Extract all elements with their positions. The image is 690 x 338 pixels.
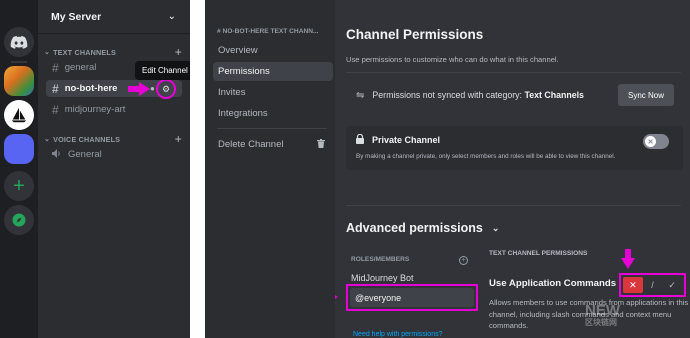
- speaker-icon: [52, 148, 62, 161]
- roles-members-label: ROLES/MEMBERS: [351, 256, 410, 263]
- text-channel-permissions-header: TEXT CHANNEL PERMISSIONS: [489, 250, 588, 257]
- add-role-icon[interactable]: +: [459, 256, 468, 265]
- category-text-channels[interactable]: ⌄ TEXT CHANNELS +: [44, 45, 182, 59]
- help-link[interactable]: Need help with permissions?: [353, 331, 443, 338]
- private-channel-title-row: Private Channel: [356, 133, 673, 146]
- arrow-down-icon: [621, 249, 635, 269]
- category-label: VOICE CHANNELS: [53, 134, 121, 144]
- sync-notice: ⇋ Permissions not synced with category: …: [346, 80, 683, 110]
- divider: [346, 205, 681, 206]
- sync-category: Text Channels: [524, 90, 584, 100]
- server-rail: +: [0, 0, 38, 338]
- divider: [346, 72, 681, 73]
- server-name: My Server: [51, 10, 102, 23]
- category-collapse-icon: ⌄: [44, 136, 51, 143]
- arrow-right-icon: [128, 82, 150, 96]
- delete-channel-button[interactable]: Delete Channel: [213, 135, 333, 154]
- permission-name: Use Application Commands: [489, 278, 617, 289]
- server-channel-panel: + My Server ⌄ ⌄ TEXT CHANNELS + # genera…: [0, 0, 190, 338]
- page-title: Channel Permissions: [346, 27, 484, 42]
- settings-sidebar: # NO-BOT-HERE TEXT CHANN... Overview Per…: [205, 0, 335, 338]
- private-channel-toggle[interactable]: ✕: [643, 134, 669, 149]
- hash-icon: #: [52, 102, 59, 117]
- category-label: TEXT CHANNELS: [53, 47, 116, 57]
- active-server-icon[interactable]: [4, 134, 34, 164]
- deny-icon[interactable]: ✕: [623, 277, 643, 293]
- sidebar-divider: [217, 128, 327, 129]
- discord-icon[interactable]: [4, 27, 34, 57]
- channel-label: no-bot-here: [64, 83, 118, 94]
- server-header[interactable]: My Server ⌄: [38, 0, 190, 34]
- channel-label: midjourney-art: [64, 104, 126, 115]
- permissions-page: Channel Permissions Use permissions to c…: [335, 0, 690, 338]
- arrow-right-icon: [335, 295, 338, 299]
- edit-channel-tooltip: Edit Channel: [135, 61, 190, 80]
- explore-servers-icon[interactable]: [4, 205, 34, 235]
- toggle-off-icon: ✕: [645, 136, 656, 147]
- sync-now-button[interactable]: Sync Now: [618, 84, 674, 106]
- permission-tristate-toggle: ✕ / ✓: [619, 273, 686, 297]
- channel-item-midjourney-art[interactable]: # midjourney-art: [46, 101, 182, 118]
- private-channel-card: Private Channel By making a channel priv…: [346, 126, 683, 170]
- add-channel-icon[interactable]: +: [175, 132, 182, 146]
- sailboat-icon: [11, 107, 27, 123]
- tab-permissions[interactable]: Permissions: [213, 62, 333, 81]
- compass-icon: [12, 213, 26, 227]
- advanced-permissions-title: Advanced permissions: [346, 221, 483, 235]
- sync-text-prefix: Permissions not synced with category:: [372, 90, 523, 100]
- advanced-permissions-header[interactable]: Advanced permissions ⌄: [346, 221, 499, 235]
- lock-icon: [356, 133, 364, 146]
- watermark-small: 区块链网: [585, 318, 617, 327]
- chevron-down-icon: ⌄: [491, 222, 500, 233]
- sailboat-server-icon[interactable]: [4, 100, 34, 130]
- rail-divider: [11, 61, 27, 63]
- roles-members-header: ROLES/MEMBERS +: [351, 256, 468, 265]
- neutral-icon[interactable]: /: [643, 277, 663, 293]
- add-server-icon[interactable]: +: [4, 171, 34, 201]
- voice-channel-general[interactable]: General: [46, 146, 182, 163]
- role-item-everyone-highlight[interactable]: @everyone: [346, 284, 478, 311]
- channel-list: My Server ⌄ ⌄ TEXT CHANNELS + # general …: [38, 0, 190, 338]
- add-channel-icon[interactable]: +: [175, 45, 182, 59]
- tab-overview[interactable]: Overview: [213, 41, 333, 60]
- server-image-icon[interactable]: [4, 66, 34, 96]
- hash-icon: #: [52, 81, 59, 96]
- tab-invites[interactable]: Invites: [213, 83, 333, 102]
- trash-icon: [317, 139, 325, 150]
- category-collapse-icon: ⌄: [44, 49, 51, 56]
- edit-channel-gear-icon[interactable]: ⚙: [156, 79, 176, 99]
- chevron-down-icon: ⌄: [167, 11, 176, 22]
- channel-label: general: [64, 62, 97, 73]
- discord-logo-icon: [10, 35, 28, 49]
- settings-channel-header: # NO-BOT-HERE TEXT CHANN...: [217, 28, 319, 35]
- delete-channel-label: Delete Channel: [218, 139, 284, 150]
- category-voice-channels[interactable]: ⌄ VOICE CHANNELS +: [44, 132, 182, 146]
- sync-notice-text: Permissions not synced with category: Te…: [372, 90, 584, 100]
- unsynced-icon: ⇋: [356, 89, 365, 101]
- hash-icon: #: [52, 60, 59, 75]
- private-channel-description: By making a channel private, only select…: [356, 153, 616, 160]
- private-channel-title: Private Channel: [372, 135, 441, 145]
- invite-person-icon[interactable]: ●: [150, 84, 155, 93]
- allow-check-icon[interactable]: ✓: [662, 277, 682, 293]
- role-item-midjourney-bot[interactable]: MidJourney Bot: [351, 273, 414, 283]
- page-description: Use permissions to customize who can do …: [346, 55, 559, 64]
- role-item-everyone: @everyone: [350, 288, 474, 307]
- tab-integrations[interactable]: Integrations: [213, 104, 333, 123]
- channel-label: General: [68, 149, 102, 160]
- watermark-logo: NEW 区块链网: [585, 302, 620, 328]
